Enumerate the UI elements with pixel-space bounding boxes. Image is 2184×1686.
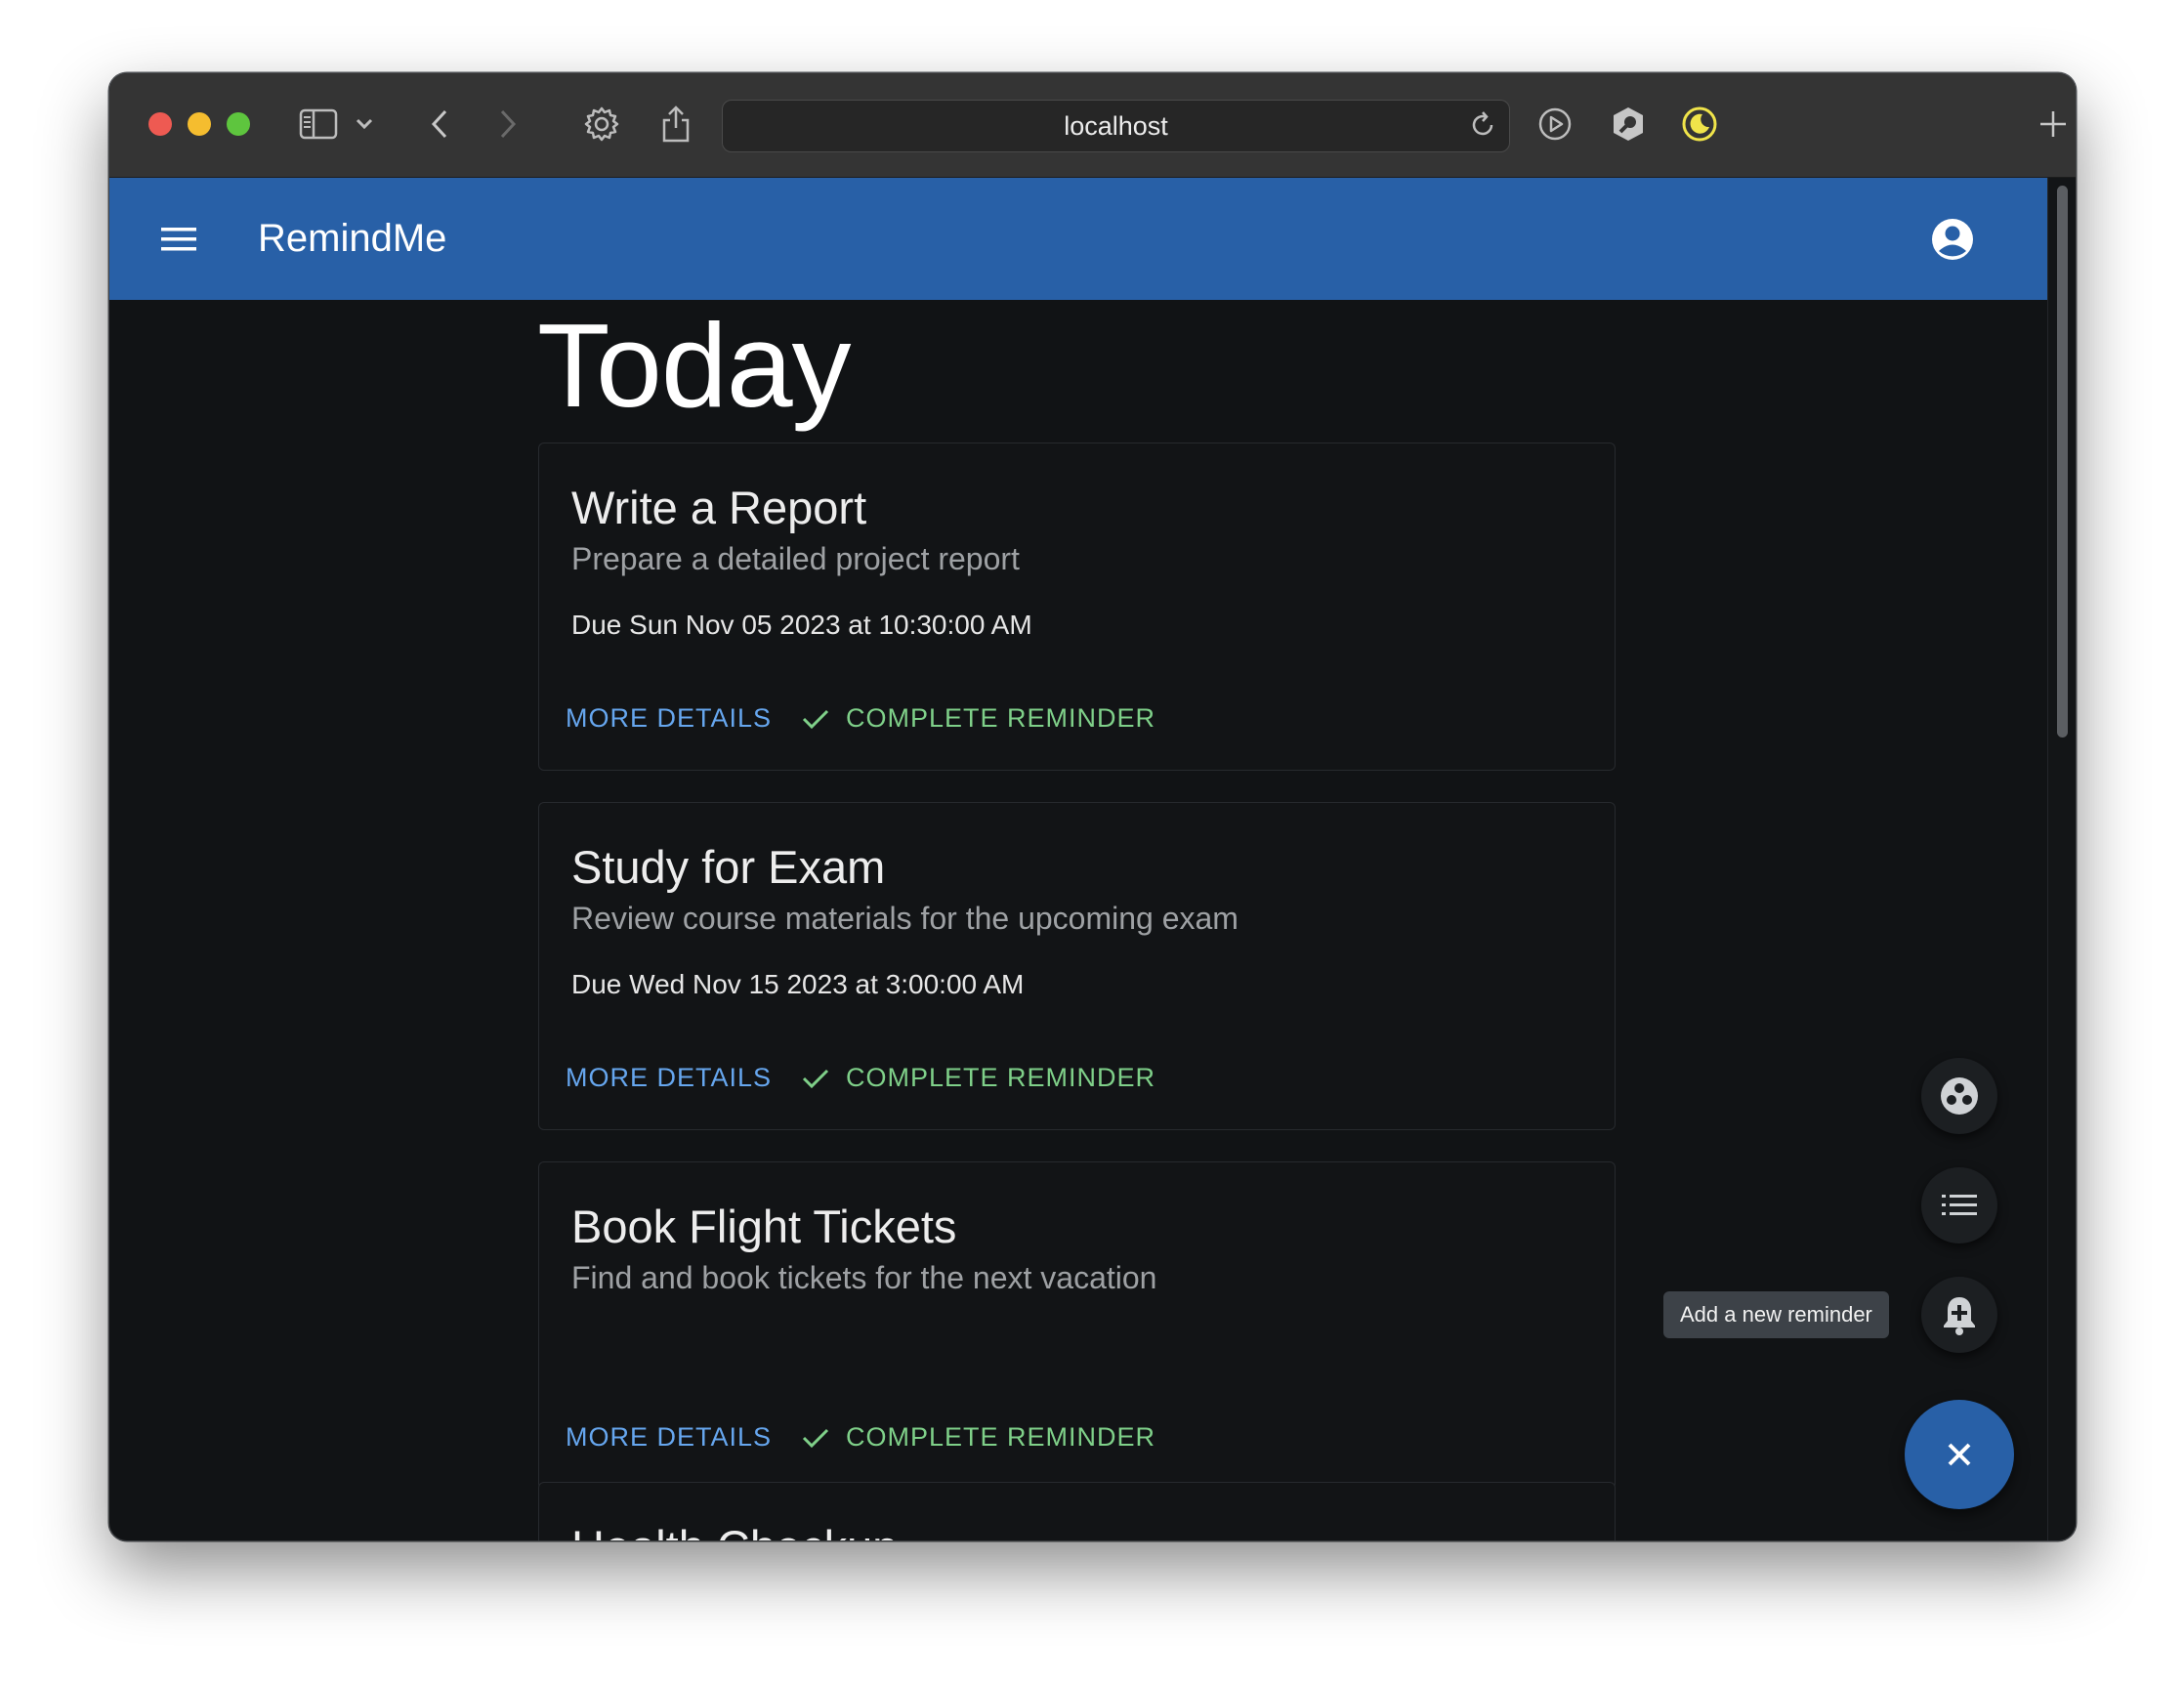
menu-icon[interactable] [158, 219, 199, 260]
more-details-button[interactable]: MORE DETAILS [566, 1063, 772, 1093]
complete-reminder-label: COMPLETE REMINDER [846, 703, 1156, 733]
reload-icon[interactable] [1468, 110, 1497, 145]
url-text: localhost [1064, 111, 1168, 141]
close-window-button[interactable] [148, 112, 172, 136]
reminder-card: Book Flight Tickets Find and book ticket… [538, 1161, 1616, 1490]
reminder-title: Write a Report [571, 482, 867, 533]
gear-icon[interactable] [578, 101, 625, 148]
add-reminder-button[interactable] [1921, 1277, 1997, 1353]
close-icon [1948, 1443, 1971, 1466]
reminder-card: Study for Exam Review course materials f… [538, 802, 1616, 1130]
group-icon [1941, 1077, 1978, 1115]
reminder-due-date: Due Wed Nov 15 2023 at 3:00:00 AM [571, 969, 1025, 999]
minimize-window-button[interactable] [188, 112, 211, 136]
check-icon [802, 1069, 829, 1088]
complete-reminder-button[interactable]: COMPLETE REMINDER [801, 703, 1155, 734]
browser-window: localhost RemindMe Today Write a Report … [109, 73, 2076, 1540]
app-title: RemindMe [258, 217, 447, 260]
reminder-card: Health Checkup [538, 1482, 1616, 1540]
browser-toolbar: localhost [109, 73, 2076, 178]
group-action-button[interactable] [1921, 1058, 1997, 1134]
add-alert-icon [1944, 1297, 1975, 1335]
scrollbar-thumb[interactable] [2057, 186, 2068, 738]
scrollbar[interactable] [2047, 178, 2076, 1540]
new-tab-icon[interactable] [2030, 101, 2076, 148]
sidebar-toggle-icon[interactable] [295, 101, 342, 148]
complete-reminder-button[interactable]: COMPLETE REMINDER [801, 1063, 1155, 1093]
play-icon[interactable] [1532, 101, 1578, 148]
reminder-title: Book Flight Tickets [571, 1201, 957, 1252]
page-title: Today [537, 299, 852, 432]
forward-icon[interactable] [484, 101, 531, 148]
complete-reminder-label: COMPLETE REMINDER [846, 1422, 1156, 1452]
dark-mode-icon[interactable] [1676, 101, 1723, 148]
account-icon[interactable] [1930, 217, 1975, 262]
more-details-button[interactable]: MORE DETAILS [566, 1422, 772, 1453]
add-reminder-tooltip: Add a new reminder [1663, 1291, 1889, 1338]
reminder-title: Health Checkup [571, 1520, 898, 1540]
more-details-button[interactable]: MORE DETAILS [566, 703, 772, 734]
list-action-button[interactable] [1921, 1167, 1997, 1243]
check-icon [802, 1428, 829, 1448]
list-icon [1942, 1195, 1977, 1215]
zoom-window-button[interactable] [227, 112, 250, 136]
extension-icon[interactable] [1605, 101, 1652, 148]
reminder-description: Prepare a detailed project report [571, 541, 1020, 576]
share-icon[interactable] [652, 101, 699, 148]
reminder-description: Find and book tickets for the next vacat… [571, 1260, 1157, 1295]
reminder-description: Review course materials for the upcoming… [571, 901, 1239, 936]
reminder-title: Study for Exam [571, 841, 886, 893]
chevron-down-icon[interactable] [350, 101, 379, 148]
speed-dial-close-button[interactable] [1905, 1400, 2014, 1509]
back-icon[interactable] [416, 101, 463, 148]
address-bar[interactable]: localhost [722, 100, 1510, 152]
complete-reminder-label: COMPLETE REMINDER [846, 1063, 1156, 1092]
app-bar: RemindMe [109, 178, 2047, 300]
check-icon [802, 709, 829, 729]
reminder-due-date: Due Sun Nov 05 2023 at 10:30:00 AM [571, 610, 1032, 640]
reminder-card: Write a Report Prepare a detailed projec… [538, 443, 1616, 771]
complete-reminder-button[interactable]: COMPLETE REMINDER [801, 1422, 1155, 1453]
